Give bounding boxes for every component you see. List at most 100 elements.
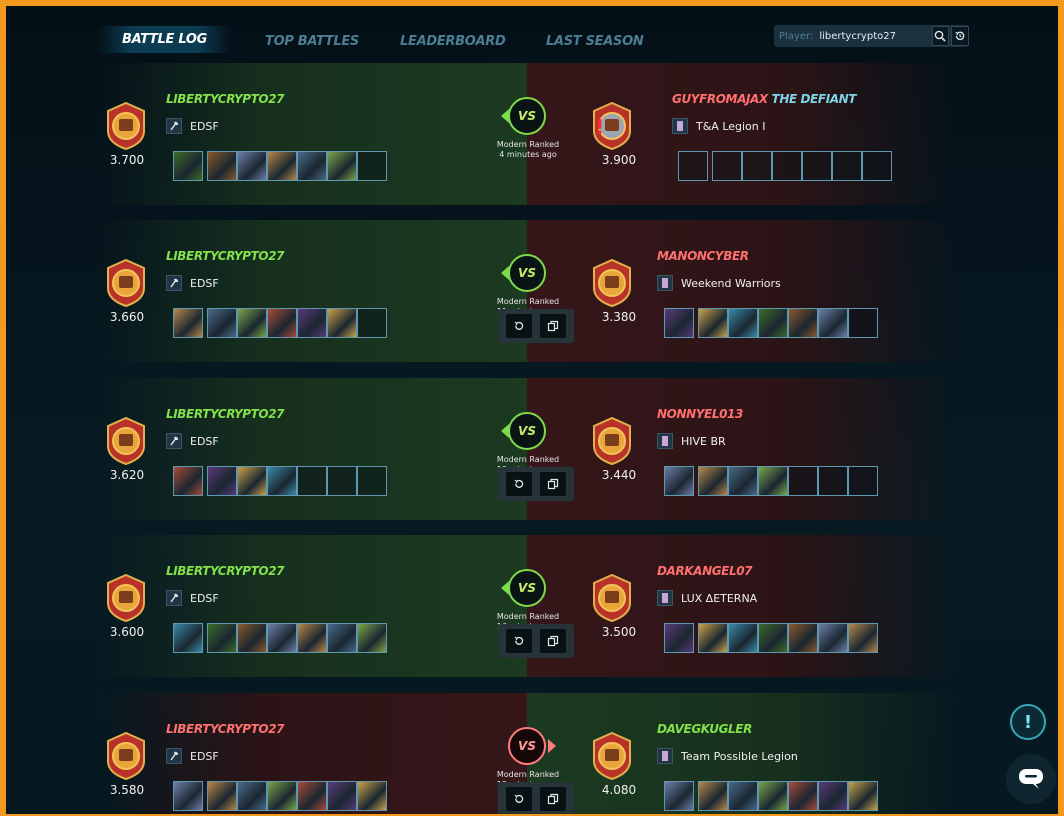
replay-button[interactable] (506, 629, 532, 653)
card-slot[interactable] (207, 466, 237, 496)
card-slot[interactable] (698, 781, 728, 811)
card-slot[interactable] (267, 466, 297, 496)
card-slot[interactable] (327, 308, 357, 338)
card-slot[interactable] (173, 623, 203, 653)
tab-last-season[interactable]: LAST SEASON (546, 34, 644, 49)
card-slot[interactable] (173, 466, 203, 496)
player-name[interactable]: DAVEGKUGLER (657, 722, 752, 736)
card-slot[interactable] (758, 781, 788, 811)
card-slot[interactable] (698, 623, 728, 653)
card-slot[interactable] (267, 623, 297, 653)
card-slot[interactable] (788, 623, 818, 653)
card-slot[interactable] (758, 308, 788, 338)
player-name[interactable]: LIBERTYCRYPTO27 (166, 92, 285, 106)
card-slot[interactable] (267, 151, 297, 181)
guild-info[interactable]: EDSF (166, 275, 219, 291)
guild-info[interactable]: Weekend Warriors (657, 275, 781, 291)
card-slot[interactable] (237, 466, 267, 496)
card-slot[interactable] (788, 308, 818, 338)
player-input[interactable]: libertycrypto27 (819, 31, 929, 42)
card-slot[interactable] (173, 781, 203, 811)
tab-top-battles[interactable]: TOP BATTLES (265, 34, 359, 49)
replay-button[interactable] (506, 787, 532, 811)
copy-button[interactable] (540, 314, 566, 338)
card-slot[interactable] (173, 308, 203, 338)
card-slot[interactable] (698, 466, 728, 496)
card-slot[interactable] (357, 151, 387, 181)
card-slot[interactable] (207, 151, 237, 181)
card-slot[interactable] (237, 308, 267, 338)
card-slot[interactable] (818, 466, 848, 496)
card-slot[interactable] (297, 623, 327, 653)
card-slot[interactable] (664, 623, 694, 653)
card-slot[interactable] (357, 308, 387, 338)
card-slot[interactable] (742, 151, 772, 181)
card-slot[interactable] (267, 308, 297, 338)
card-slot[interactable] (327, 623, 357, 653)
help-button[interactable]: ! (1010, 704, 1046, 740)
guild-info[interactable]: EDSF (166, 590, 219, 606)
guild-info[interactable]: EDSF (166, 748, 219, 764)
card-slot[interactable] (327, 151, 357, 181)
player-name[interactable]: GUYFROMAJAX THE DEFIANT (672, 92, 856, 106)
card-slot[interactable] (297, 781, 327, 811)
card-slot[interactable] (832, 151, 862, 181)
copy-button[interactable] (540, 472, 566, 496)
card-slot[interactable] (207, 623, 237, 653)
player-name[interactable]: LIBERTYCRYPTO27 (166, 249, 285, 263)
card-slot[interactable] (267, 781, 297, 811)
tab-leaderboard[interactable]: LEADERBOARD (400, 34, 506, 49)
guild-info[interactable]: Team Possible Legion (657, 748, 798, 764)
player-name[interactable]: MANONCYBER (657, 249, 749, 263)
card-slot[interactable] (357, 781, 387, 811)
card-slot[interactable] (728, 623, 758, 653)
card-slot[interactable] (327, 781, 357, 811)
search-button[interactable] (931, 26, 950, 46)
card-slot[interactable] (712, 151, 742, 181)
guild-info[interactable]: T&A Legion I (672, 118, 766, 134)
history-button[interactable] (951, 26, 970, 46)
card-slot[interactable] (297, 151, 327, 181)
guild-info[interactable]: HIVE BR (657, 433, 726, 449)
guild-info[interactable]: EDSF (166, 118, 219, 134)
replay-button[interactable] (506, 472, 532, 496)
tab-battle-log[interactable]: BATTLE LOG (98, 26, 231, 53)
card-slot[interactable] (698, 308, 728, 338)
card-slot[interactable] (207, 308, 237, 338)
player-name[interactable]: DARKANGEL07 (657, 564, 753, 578)
card-slot[interactable] (788, 466, 818, 496)
card-slot[interactable] (802, 151, 832, 181)
card-slot[interactable] (207, 781, 237, 811)
card-slot[interactable] (758, 466, 788, 496)
card-slot[interactable] (848, 466, 878, 496)
copy-button[interactable] (540, 629, 566, 653)
card-slot[interactable] (173, 151, 203, 181)
player-name[interactable]: NONNYEL013 (657, 407, 743, 421)
player-name[interactable]: LIBERTYCRYPTO27 (166, 564, 285, 578)
replay-button[interactable] (506, 314, 532, 338)
card-slot[interactable] (297, 466, 327, 496)
card-slot[interactable] (357, 623, 387, 653)
card-slot[interactable] (327, 466, 357, 496)
chat-button[interactable] (1006, 754, 1056, 804)
copy-button[interactable] (540, 787, 566, 811)
card-slot[interactable] (357, 466, 387, 496)
card-slot[interactable] (728, 466, 758, 496)
card-slot[interactable] (237, 781, 267, 811)
card-slot[interactable] (772, 151, 802, 181)
card-slot[interactable] (818, 308, 848, 338)
card-slot[interactable] (237, 151, 267, 181)
player-name[interactable]: LIBERTYCRYPTO27 (166, 722, 285, 736)
card-slot[interactable] (788, 781, 818, 811)
card-slot[interactable] (728, 308, 758, 338)
card-slot[interactable] (664, 781, 694, 811)
card-slot[interactable] (818, 781, 848, 811)
guild-info[interactable]: EDSF (166, 433, 219, 449)
card-slot[interactable] (297, 308, 327, 338)
card-slot[interactable] (728, 781, 758, 811)
card-slot[interactable] (758, 623, 788, 653)
card-slot[interactable] (862, 151, 892, 181)
card-slot[interactable] (848, 308, 878, 338)
card-slot[interactable] (237, 623, 267, 653)
card-slot[interactable] (664, 466, 694, 496)
